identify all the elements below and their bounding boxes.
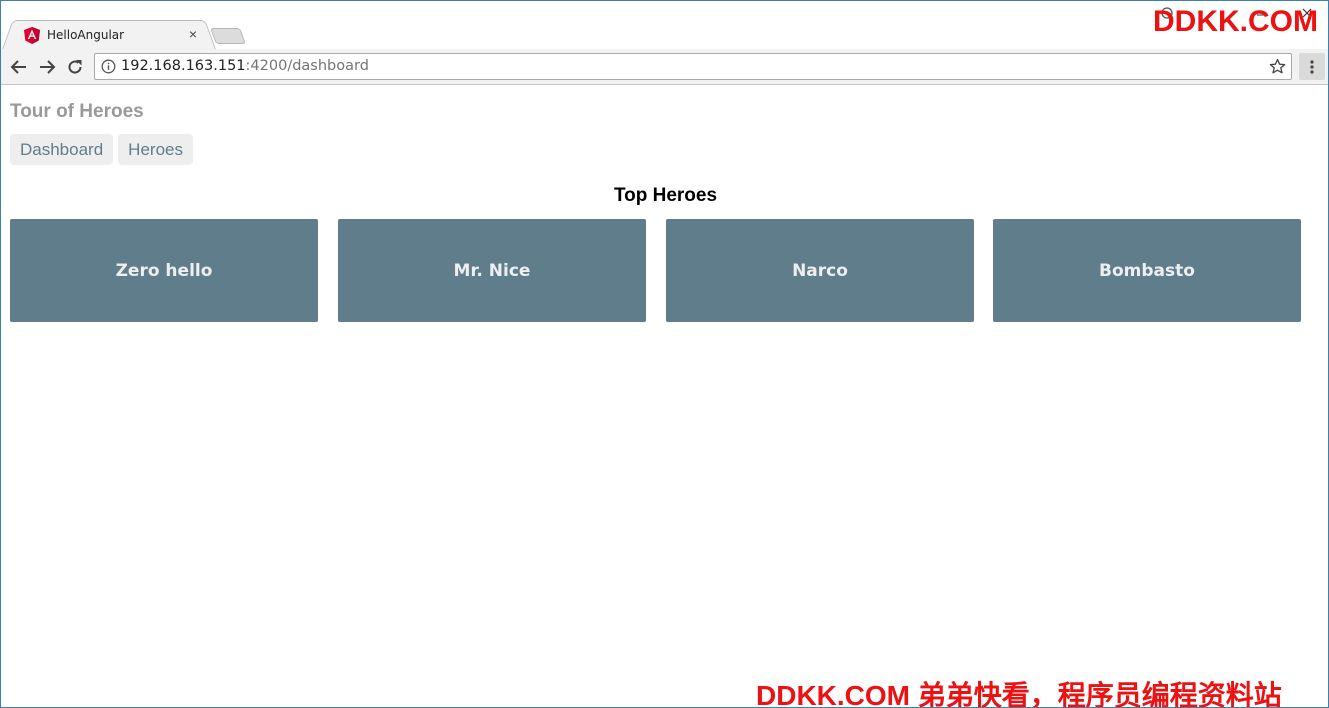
url-path: :4200/dashboard [245, 58, 369, 74]
hero-card-narco[interactable]: Narco [666, 219, 974, 322]
forward-icon[interactable] [36, 56, 58, 78]
hero-card-mr-nice[interactable]: Mr. Nice [338, 219, 646, 322]
url-host: 192.168.163.151 [121, 58, 246, 74]
browser-tab[interactable]: HelloAngular × [13, 20, 205, 50]
hero-card-bombasto[interactable]: Bombasto [993, 219, 1301, 322]
info-icon[interactable] [101, 59, 116, 74]
address-bar[interactable]: 192.168.163.151:4200/dashboard [94, 53, 1292, 80]
app-title: Tour of Heroes [10, 101, 144, 122]
back-icon[interactable] [8, 56, 30, 78]
angular-logo-icon [24, 27, 40, 44]
reload-icon[interactable] [64, 56, 86, 78]
watermark-top: DDKK.COM [1153, 5, 1318, 38]
page-content: Tour of Heroes Dashboard Heroes Top Hero… [1, 86, 1328, 707]
tab-title: HelloAngular [47, 28, 125, 42]
main-nav: Dashboard Heroes [10, 134, 193, 165]
hero-name: Mr. Nice [453, 260, 531, 281]
nav-link-heroes[interactable]: Heroes [118, 134, 193, 165]
browser-toolbar: 192.168.163.151:4200/dashboard [1, 49, 1328, 85]
bookmark-star-icon[interactable] [1269, 58, 1286, 75]
hero-name: Zero hello [115, 260, 213, 281]
url-text[interactable]: 192.168.163.151:4200/dashboard [121, 58, 369, 74]
tab-close-icon[interactable]: × [186, 26, 200, 42]
hero-card-zero-hello[interactable]: Zero hello [10, 219, 318, 322]
watermark-bottom: DDKK.COM 弟弟快看，程序员编程资料站 [756, 680, 1282, 708]
new-tab-button[interactable] [210, 28, 246, 44]
browser-window: HelloAngular × 192.168.163.151:4200/dash… [0, 0, 1329, 708]
tab-strip: HelloAngular × [1, 1, 1328, 50]
hero-name: Narco [792, 260, 848, 281]
hero-name: Bombasto [1099, 260, 1195, 281]
nav-link-dashboard[interactable]: Dashboard [10, 134, 114, 165]
browser-menu-icon[interactable] [1299, 53, 1325, 80]
top-heroes-heading: Top Heroes [613, 185, 718, 206]
